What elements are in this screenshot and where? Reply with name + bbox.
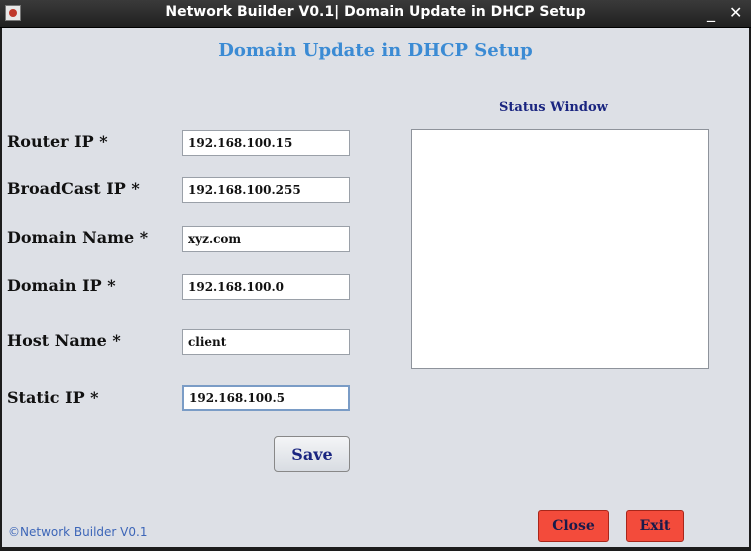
router-ip-input[interactable]: [182, 130, 350, 156]
minimize-button[interactable]: _: [707, 3, 715, 22]
footer-copyright: ©Network Builder V0.1: [8, 525, 148, 539]
save-button[interactable]: Save: [274, 436, 350, 472]
domain-ip-label: Domain IP *: [7, 276, 116, 295]
static-ip-input[interactable]: [182, 385, 350, 411]
close-button[interactable]: Close: [538, 510, 609, 542]
domain-name-label: Domain Name *: [7, 228, 149, 247]
broadcast-ip-input[interactable]: [182, 177, 350, 203]
window-title: Network Builder V0.1| Domain Update in D…: [165, 4, 586, 20]
host-name-input[interactable]: [182, 329, 350, 355]
page-heading: Domain Update in DHCP Setup: [218, 40, 533, 61]
static-ip-label: Static IP *: [7, 388, 99, 407]
router-ip-label: Router IP *: [7, 132, 108, 151]
main-panel: Domain Update in DHCP Setup Status Windo…: [2, 28, 749, 547]
title-bar[interactable]: Network Builder V0.1| Domain Update in D…: [0, 0, 751, 28]
window-close-button[interactable]: ✕: [729, 3, 742, 22]
broadcast-ip-label: BroadCast IP *: [7, 179, 140, 198]
app-window: Network Builder V0.1| Domain Update in D…: [0, 0, 751, 551]
status-window-title: Status Window: [499, 100, 608, 115]
domain-ip-input[interactable]: [182, 274, 350, 300]
domain-name-input[interactable]: [182, 226, 350, 252]
host-name-label: Host Name *: [7, 331, 121, 350]
exit-button[interactable]: Exit: [626, 510, 684, 542]
status-window[interactable]: [411, 129, 709, 369]
